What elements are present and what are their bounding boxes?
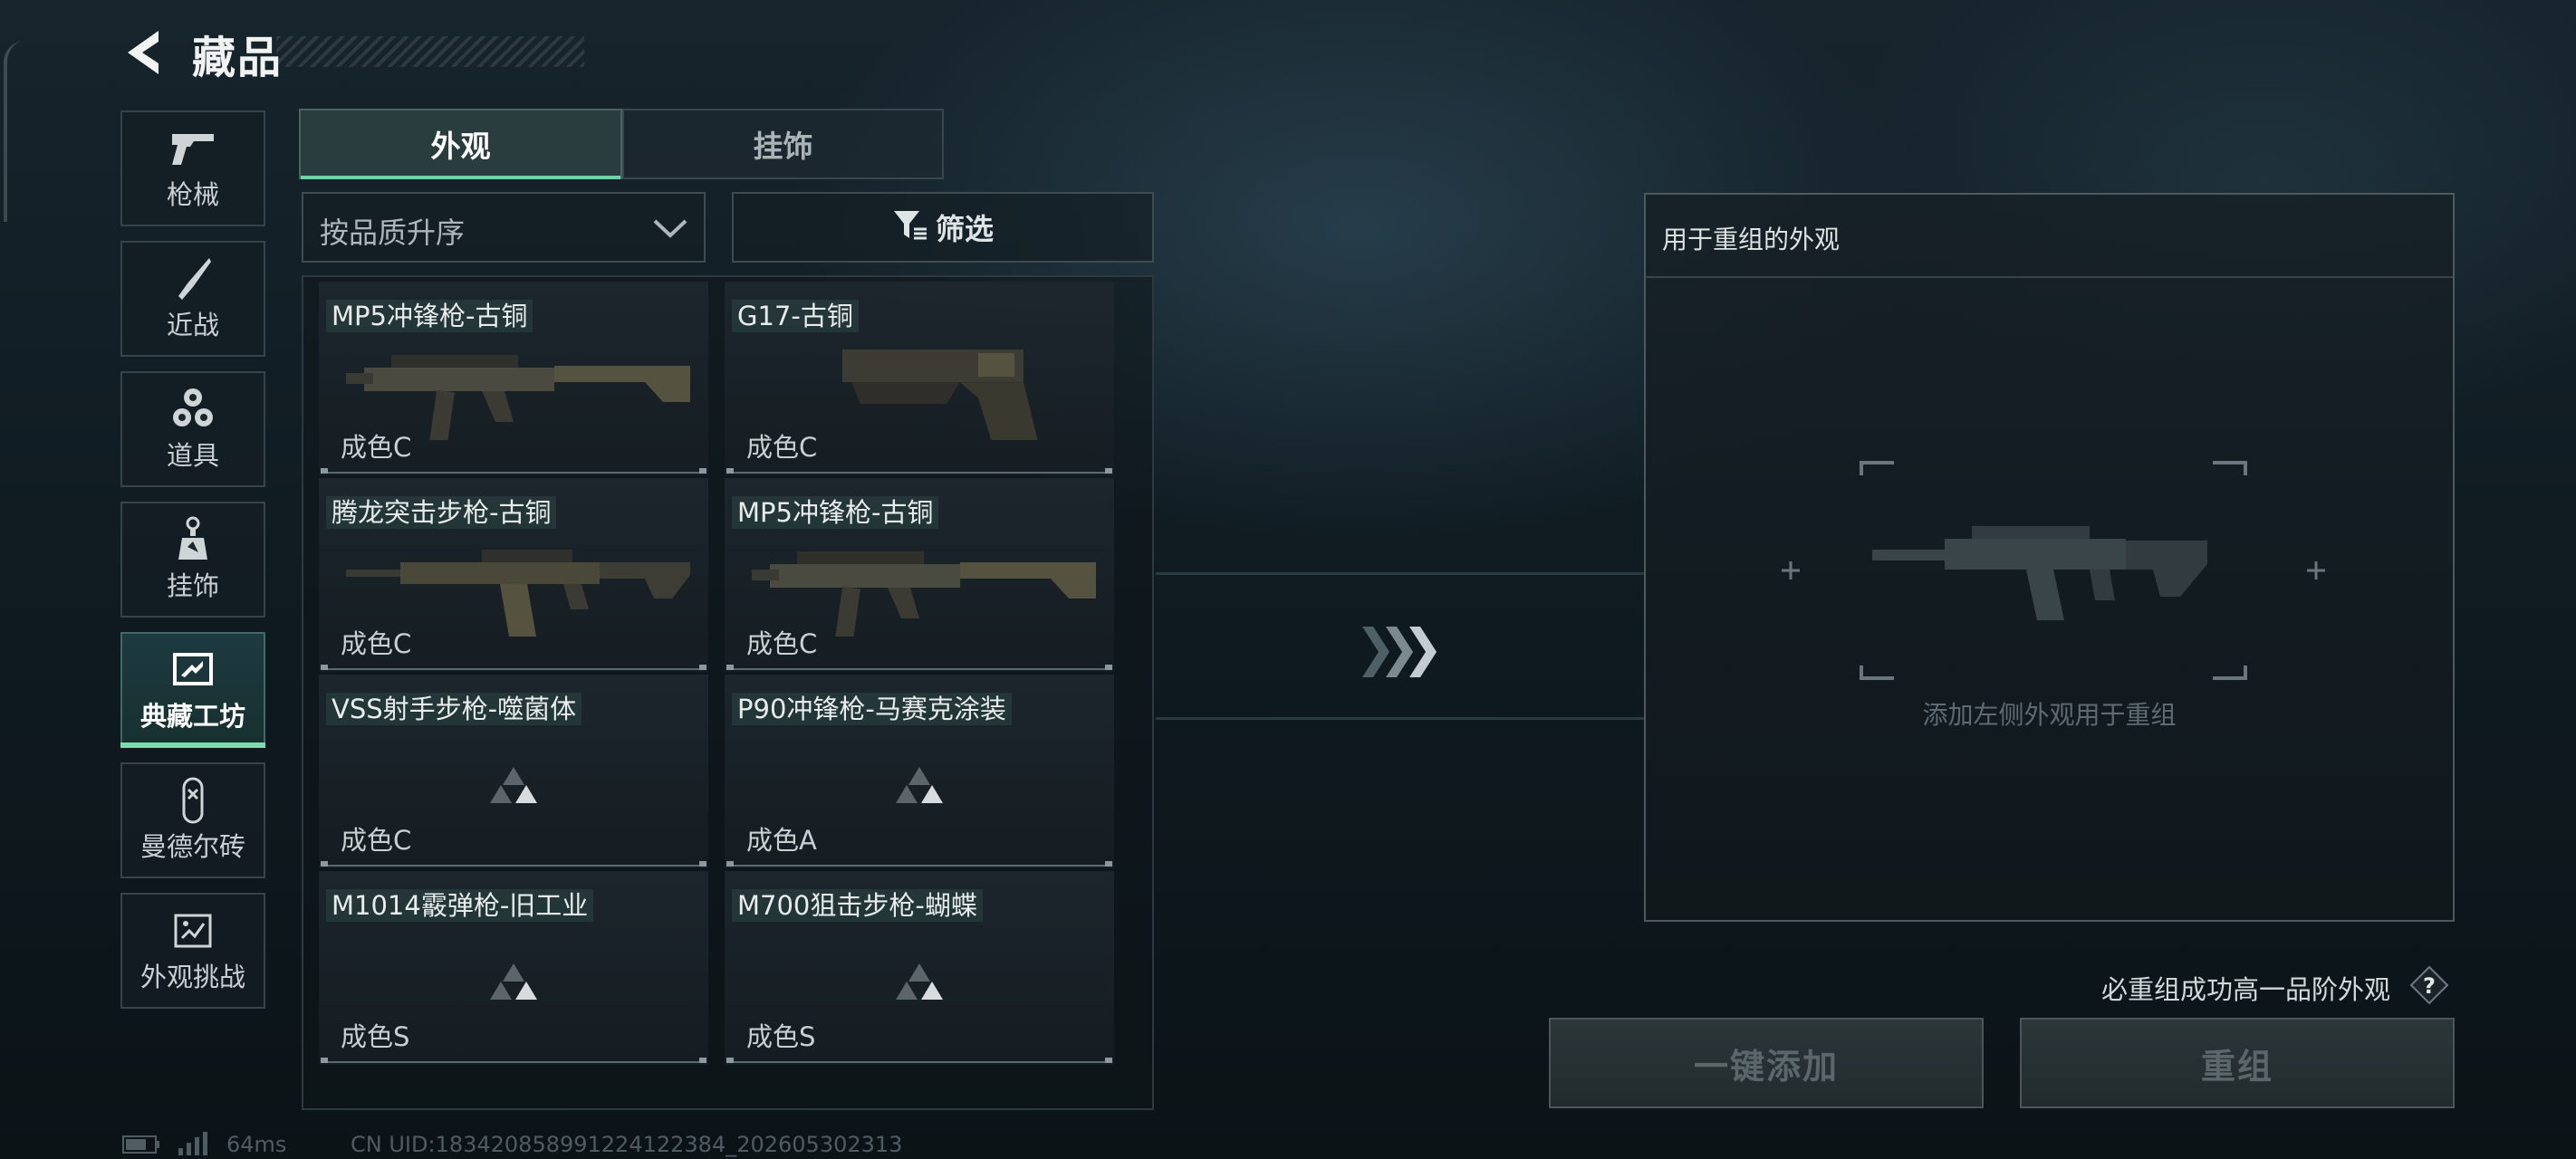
- skin-grade: 成色C: [341, 825, 412, 856]
- svg-text:?: ?: [2423, 973, 2436, 999]
- card-divider: [321, 1058, 706, 1063]
- filter-button[interactable]: 筛选: [732, 192, 1154, 263]
- skin-card[interactable]: P90冲锋枪-马赛克涂装 成色A: [725, 675, 1114, 868]
- signal-icon: [177, 1130, 209, 1155]
- placeholder-logo-icon: [725, 962, 1114, 1000]
- g17-pistol-image: [842, 350, 1038, 440]
- screen-edge-decoration: [4, 41, 25, 222]
- workshop-icon: [122, 647, 264, 694]
- card-divider: [726, 665, 1112, 670]
- mp5-smg-image: [346, 355, 690, 440]
- skin-card[interactable]: MP5冲锋枪-古铜 成色C: [319, 282, 708, 475]
- triple-chevron-right-icon: [1359, 623, 1440, 685]
- sidebar-item-label: 近战: [166, 310, 219, 340]
- remix-panel: 用于重组的外观 添加左侧外观用于重组: [1644, 193, 2455, 922]
- skin-card[interactable]: 腾龙突击步枪-古铜 成色C: [319, 478, 708, 672]
- chevron-down-icon: [651, 212, 689, 248]
- card-divider: [321, 665, 706, 670]
- remix-hint: 添加左侧外观用于重组: [1922, 700, 2177, 730]
- card-divider: [726, 1058, 1112, 1063]
- sidebar-item-label: 典藏工坊: [139, 701, 245, 732]
- sidebar-item-mandel-brick[interactable]: 曼德尔砖: [120, 762, 265, 878]
- uid-readout: CN UID:1834208589912241223​84_2026053023…: [351, 1132, 903, 1157]
- remix-button[interactable]: 重组: [2020, 1018, 2455, 1108]
- help-icon[interactable]: ?: [2409, 965, 2449, 1005]
- add-all-button[interactable]: 一键添加: [1549, 1018, 1984, 1108]
- skin-card[interactable]: G17-古铜 成色C: [725, 282, 1114, 475]
- skin-name: M700狙击步枪-蝴蝶: [732, 889, 983, 922]
- sidebar-item-label: 道具: [166, 440, 219, 471]
- skin-name: P90冲锋枪-马赛克涂装: [732, 693, 1012, 725]
- sidebar-item-melee[interactable]: 近战: [120, 241, 265, 357]
- pistol-icon: [122, 125, 264, 172]
- remix-panel-header: 用于重组的外观: [1646, 195, 2453, 278]
- placeholder-logo-icon: [319, 962, 708, 1000]
- card-divider: [321, 861, 706, 867]
- skin-name: 腾龙突击步枪-古铜: [326, 496, 557, 529]
- tenglong-rifle-image: [346, 550, 690, 637]
- challenge-icon: [122, 907, 264, 954]
- skin-grade: 成色C: [746, 628, 818, 659]
- skin-name: G17-古铜: [732, 300, 859, 332]
- remix-panel-title: 用于重组的外观: [1662, 225, 1841, 254]
- sidebar-item-label: 挂饰: [166, 570, 219, 601]
- skin-grade: 成色C: [746, 432, 818, 463]
- tab-appearance[interactable]: 外观: [299, 109, 622, 179]
- skin-card[interactable]: M700狙击步枪-蝴蝶 成色S: [725, 871, 1114, 1065]
- charm-icon: [122, 516, 264, 563]
- sidebar-item-charms[interactable]: 挂饰: [120, 502, 265, 618]
- sidebar-item-props[interactable]: 道具: [120, 371, 265, 487]
- placeholder-logo-icon: [319, 765, 708, 803]
- sidebar-item-workshop[interactable]: 典藏工坊: [120, 632, 265, 748]
- skin-grade: 成色A: [746, 825, 817, 856]
- battery-icon: [122, 1135, 160, 1154]
- brick-icon: [122, 777, 264, 824]
- sort-dropdown[interactable]: 按品质升序: [302, 192, 706, 263]
- card-divider: [321, 468, 706, 474]
- card-divider: [726, 861, 1112, 867]
- tab-charms[interactable]: 挂饰: [622, 109, 944, 179]
- skin-card[interactable]: MP5冲锋枪-古铜 成色C: [725, 478, 1114, 672]
- filter-label: 筛选: [935, 212, 994, 246]
- skin-name: MP5冲锋枪-古铜: [326, 300, 533, 332]
- sidebar-item-label: 枪械: [166, 179, 219, 210]
- skin-grade: 成色S: [341, 1021, 410, 1052]
- connector-line: [1156, 717, 1645, 720]
- sidebar-item-challenge[interactable]: 外观挑战: [120, 893, 265, 1009]
- card-divider: [726, 468, 1112, 474]
- skin-name: M1014霰弹枪-旧工业: [326, 889, 594, 922]
- knife-icon: [122, 255, 264, 302]
- sidebar-item-label: 曼德尔砖: [139, 831, 245, 862]
- skin-card[interactable]: VSS射手步枪-噬菌体 成色C: [319, 675, 708, 868]
- skin-name: VSS射手步枪-噬菌体: [326, 693, 582, 725]
- mp5-smg-image: [752, 551, 1096, 637]
- sidebar-item-label: 外观挑战: [139, 962, 245, 992]
- skin-grade: 成色C: [341, 628, 412, 659]
- title-decoration: [276, 36, 584, 67]
- page-title: 藏品: [192, 33, 284, 83]
- chevron-left-icon[interactable]: [122, 27, 164, 78]
- cubes-icon: [122, 386, 264, 433]
- skin-card[interactable]: M1014霰弹枪-旧工业 成色S: [319, 871, 708, 1065]
- add-all-label: 一键添加: [1693, 1046, 1839, 1087]
- placeholder-logo-icon: [725, 765, 1114, 803]
- connector-line: [1156, 572, 1645, 575]
- sort-value: 按品质升序: [320, 216, 466, 250]
- skin-name: MP5冲锋枪-古铜: [732, 496, 939, 529]
- empty-slot-rifle-icon[interactable]: [1782, 457, 2325, 687]
- remix-tip: 必重组成功高一品阶外观: [2101, 974, 2391, 1005]
- filter-icon: [892, 209, 928, 245]
- remix-label: 重组: [2200, 1046, 2273, 1087]
- ping-readout: 64ms: [226, 1132, 287, 1157]
- skin-grade: 成色S: [746, 1021, 816, 1052]
- sidebar-item-guns[interactable]: 枪械: [120, 110, 265, 226]
- skin-grade: 成色C: [341, 432, 412, 463]
